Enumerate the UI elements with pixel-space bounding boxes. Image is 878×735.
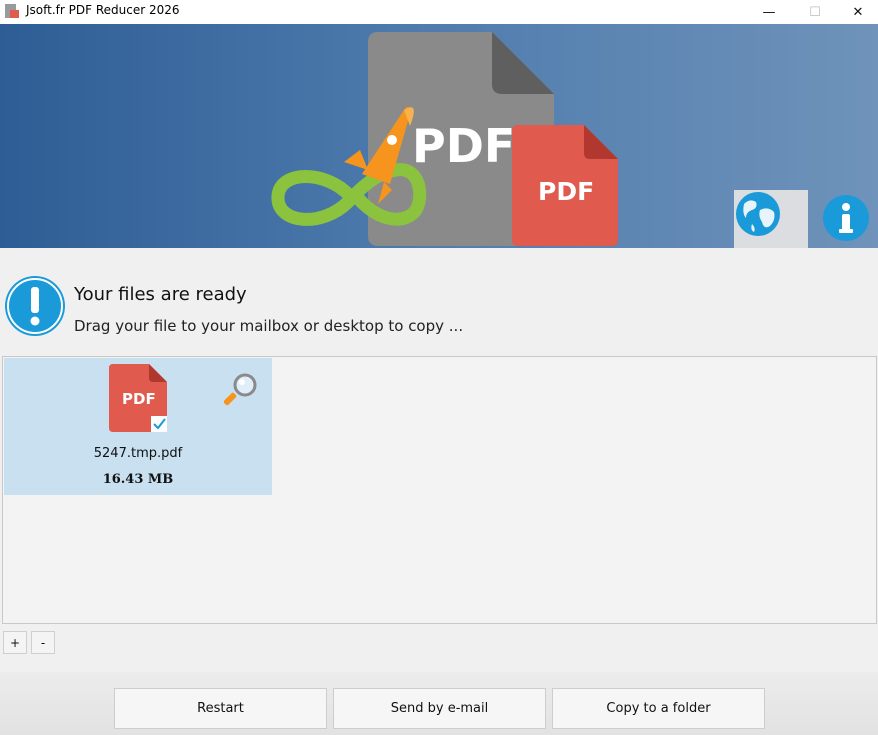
minimize-button[interactable]: — <box>746 0 792 24</box>
restart-button[interactable]: Restart <box>114 688 327 729</box>
file-size: 16.43 MB <box>102 472 174 487</box>
pdf-file-icon: PDF <box>109 364 167 432</box>
small-pdf-fold <box>584 125 618 159</box>
copy-to-folder-button[interactable]: Copy to a folder <box>552 688 765 729</box>
about-button[interactable] <box>822 194 872 244</box>
status-title: Your files are ready <box>74 284 247 305</box>
close-button[interactable]: ✕ <box>838 0 878 24</box>
large-document-fold <box>492 32 554 94</box>
small-pdf-text: PDF <box>538 177 594 206</box>
maximize-button[interactable]: ☐ <box>792 0 838 24</box>
header-banner: PDF PDF <box>0 24 878 248</box>
zoom-out-button[interactable]: - <box>31 631 55 654</box>
maximize-icon: ☐ <box>809 4 821 20</box>
language-button[interactable] <box>734 190 808 248</box>
exclamation-icon <box>5 276 65 336</box>
send-email-button[interactable]: Send by e-mail <box>333 688 546 729</box>
minimize-icon: — <box>762 4 776 20</box>
title-bar: Jsoft.fr PDF Reducer 2026 — ☐ ✕ <box>0 0 878 24</box>
file-item[interactable]: PDF 5247.tmp.pdf 16.43 MB <box>4 358 272 495</box>
close-icon: ✕ <box>852 4 864 20</box>
app-icon <box>5 4 19 18</box>
info-icon <box>823 195 869 241</box>
banner-logo-text: PDF <box>412 119 515 173</box>
window-title: Jsoft.fr PDF Reducer 2026 <box>26 3 180 17</box>
globe-icon <box>736 192 780 236</box>
status-subtitle: Drag your file to your mailbox or deskto… <box>74 317 464 335</box>
file-name: 5247.tmp.pdf <box>93 446 183 461</box>
zoom-in-button[interactable]: + <box>3 631 27 654</box>
magnifier-icon[interactable] <box>224 372 258 406</box>
svg-text:PDF: PDF <box>122 390 156 408</box>
file-list-panel[interactable]: PDF 5247.tmp.pdf 16.43 MB <box>2 356 877 624</box>
